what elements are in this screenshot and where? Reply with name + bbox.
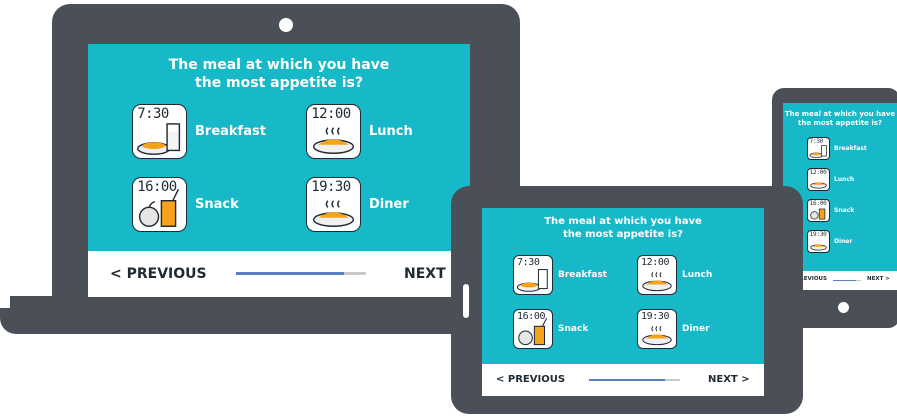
chevron-right-icon: > — [741, 374, 750, 385]
option-label: Diner — [369, 197, 409, 212]
chevron-left-icon: < — [110, 266, 122, 282]
next-button[interactable]: NEXT > — [708, 374, 750, 385]
option-label: Breakfast — [195, 124, 266, 139]
snack-apple-juice-icon: 16:00 — [807, 199, 830, 222]
option-diner[interactable]: 19:30 Diner — [807, 230, 852, 253]
option-diner[interactable]: 19:30 Diner — [306, 177, 409, 232]
option-label: Lunch — [369, 124, 413, 139]
progress-fill — [833, 280, 857, 281]
option-label: Diner — [834, 238, 853, 245]
dinner-steaming-plate-icon: 19:30 — [306, 177, 361, 232]
option-label: Breakfast — [558, 270, 608, 280]
progress-bar — [833, 280, 861, 281]
progress-bar — [236, 272, 366, 275]
option-label: Snack — [834, 207, 855, 214]
breakfast-plate-glass-icon: 7:30 — [513, 255, 553, 295]
option-breakfast[interactable]: 7:30 Breakfast — [132, 104, 266, 159]
question-title: The meal at which you have the most appe… — [784, 110, 896, 127]
laptop-screen: The meal at which you have the most appe… — [88, 44, 470, 297]
chevron-right-icon: > — [885, 276, 890, 282]
option-lunch[interactable]: 12:00 Lunch — [306, 104, 413, 159]
option-label: Diner — [682, 324, 710, 334]
lunch-steaming-plate-icon: 12:00 — [306, 104, 361, 159]
option-label: Snack — [195, 197, 239, 212]
tablet-screen: The meal at which you have the most appe… — [482, 208, 764, 396]
lunch-steaming-plate-icon: 12:00 — [637, 255, 677, 295]
option-label: Breakfast — [834, 145, 867, 152]
nav-bar: < PREVIOUS NEXT > — [88, 251, 470, 297]
option-breakfast[interactable]: 7:30 Breakfast — [807, 137, 867, 160]
snack-apple-juice-icon: 16:00 — [132, 177, 187, 232]
next-button[interactable]: NEXT > — [867, 276, 890, 282]
question-title: The meal at which you have the most appe… — [544, 216, 702, 240]
progress-fill — [589, 379, 665, 381]
progress-fill — [236, 272, 344, 275]
option-snack[interactable]: 16:00 Snack — [132, 177, 239, 232]
phone-home-button — [838, 302, 849, 313]
option-lunch[interactable]: 12:00 Lunch — [637, 255, 712, 295]
laptop-hinge — [0, 308, 90, 334]
tablet-home-button — [463, 284, 469, 318]
previous-button[interactable]: < PREVIOUS — [110, 266, 207, 282]
dinner-steaming-plate-icon: 19:30 — [807, 230, 830, 253]
snack-apple-juice-icon: 16:00 — [513, 309, 553, 349]
breakfast-plate-glass-icon: 7:30 — [807, 137, 830, 160]
progress-bar — [589, 379, 680, 381]
breakfast-plate-glass-icon: 7:30 — [132, 104, 187, 159]
option-lunch[interactable]: 12:00 Lunch — [807, 168, 854, 191]
option-label: Lunch — [682, 270, 713, 280]
option-label: Snack — [558, 324, 589, 334]
chevron-left-icon: < — [496, 374, 505, 385]
option-breakfast[interactable]: 7:30 Breakfast — [513, 255, 607, 295]
option-snack[interactable]: 16:00 Snack — [807, 199, 854, 222]
question-title: The meal at which you have the most appe… — [168, 57, 390, 91]
option-diner[interactable]: 19:30 Diner — [637, 309, 710, 349]
previous-button[interactable]: < PREVIOUS — [496, 374, 565, 385]
option-snack[interactable]: 16:00 Snack — [513, 309, 588, 349]
dinner-steaming-plate-icon: 19:30 — [637, 309, 677, 349]
option-label: Lunch — [834, 176, 855, 183]
laptop-camera — [279, 18, 293, 32]
nav-bar: < PREVIOUS NEXT > — [482, 364, 764, 396]
lunch-steaming-plate-icon: 12:00 — [807, 168, 830, 191]
